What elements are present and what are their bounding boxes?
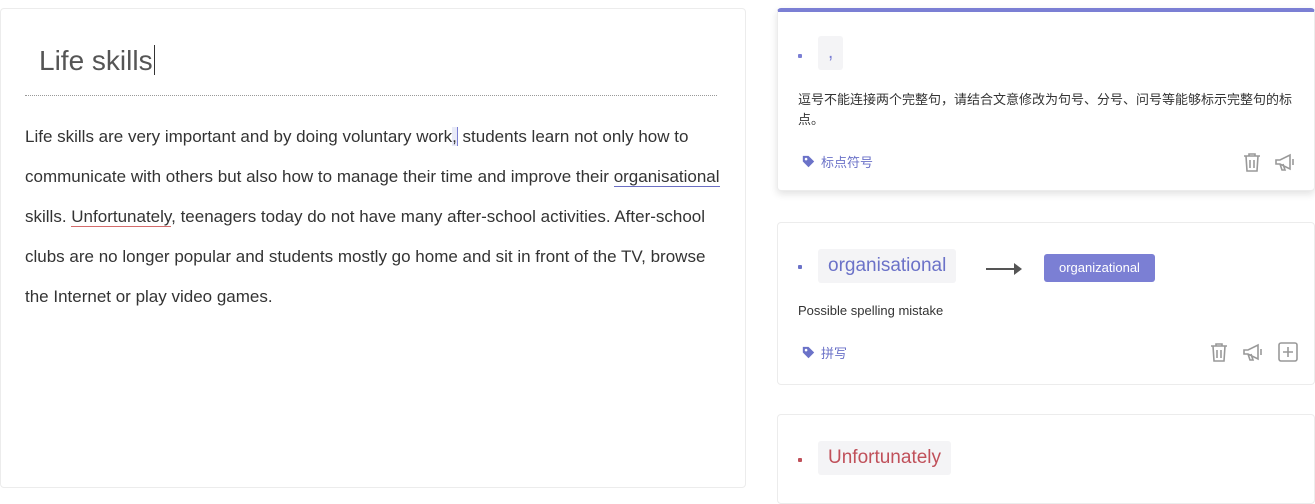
document-title[interactable]: Life skills: [39, 43, 155, 79]
issue-token: ,: [818, 36, 844, 70]
issue-card-spelling[interactable]: organisational organizational Possible s…: [777, 222, 1315, 385]
text-caret: [153, 45, 155, 75]
issue-description: 逗号不能连接两个完整句，请结合文意修改为句号、分号、问号等能够标示完整句的标点。: [798, 92, 1293, 127]
flagged-word-organisational[interactable]: organisational: [613, 167, 720, 187]
arrow-right-icon: [986, 263, 1022, 275]
text-segment: Life skills are very important and by do…: [25, 127, 453, 146]
issue-dot: [798, 265, 802, 269]
text-segment: skills.: [25, 207, 72, 226]
editor-panel[interactable]: Life skills Life skills are very importa…: [0, 8, 746, 488]
issue-card-comma[interactable]: , 逗号不能连接两个完整句，请结合文意修改为句号、分号、问号等能够标示完整句的标…: [777, 8, 1315, 191]
issue-dot: [798, 458, 802, 462]
flagged-word-unfortunately[interactable]: Unfortunately: [71, 207, 172, 227]
title-divider: [25, 95, 717, 96]
issue-tag[interactable]: 标点符号: [802, 152, 873, 171]
delete-icon[interactable]: [1240, 150, 1264, 174]
issue-token: organisational: [818, 249, 957, 283]
megaphone-icon[interactable]: [1273, 150, 1297, 174]
suggestion-button[interactable]: organizational: [1044, 254, 1155, 282]
issue-tag[interactable]: 拼写: [802, 343, 847, 362]
issue-description: Possible spelling mistake: [798, 303, 944, 318]
issue-tag-label: 拼写: [821, 346, 848, 361]
tag-icon: [802, 346, 815, 359]
document-body[interactable]: Life skills are very important and by do…: [25, 117, 725, 317]
tag-icon: [802, 155, 815, 168]
megaphone-icon[interactable]: [1241, 340, 1265, 364]
issue-tag-label: 标点符号: [821, 155, 874, 170]
delete-icon[interactable]: [1207, 340, 1231, 364]
issue-token: Unfortunately: [818, 441, 952, 475]
add-to-dictionary-icon[interactable]: [1276, 340, 1300, 364]
issue-card-unfortunately[interactable]: Unfortunately: [777, 414, 1315, 504]
issue-dot: [798, 54, 802, 58]
